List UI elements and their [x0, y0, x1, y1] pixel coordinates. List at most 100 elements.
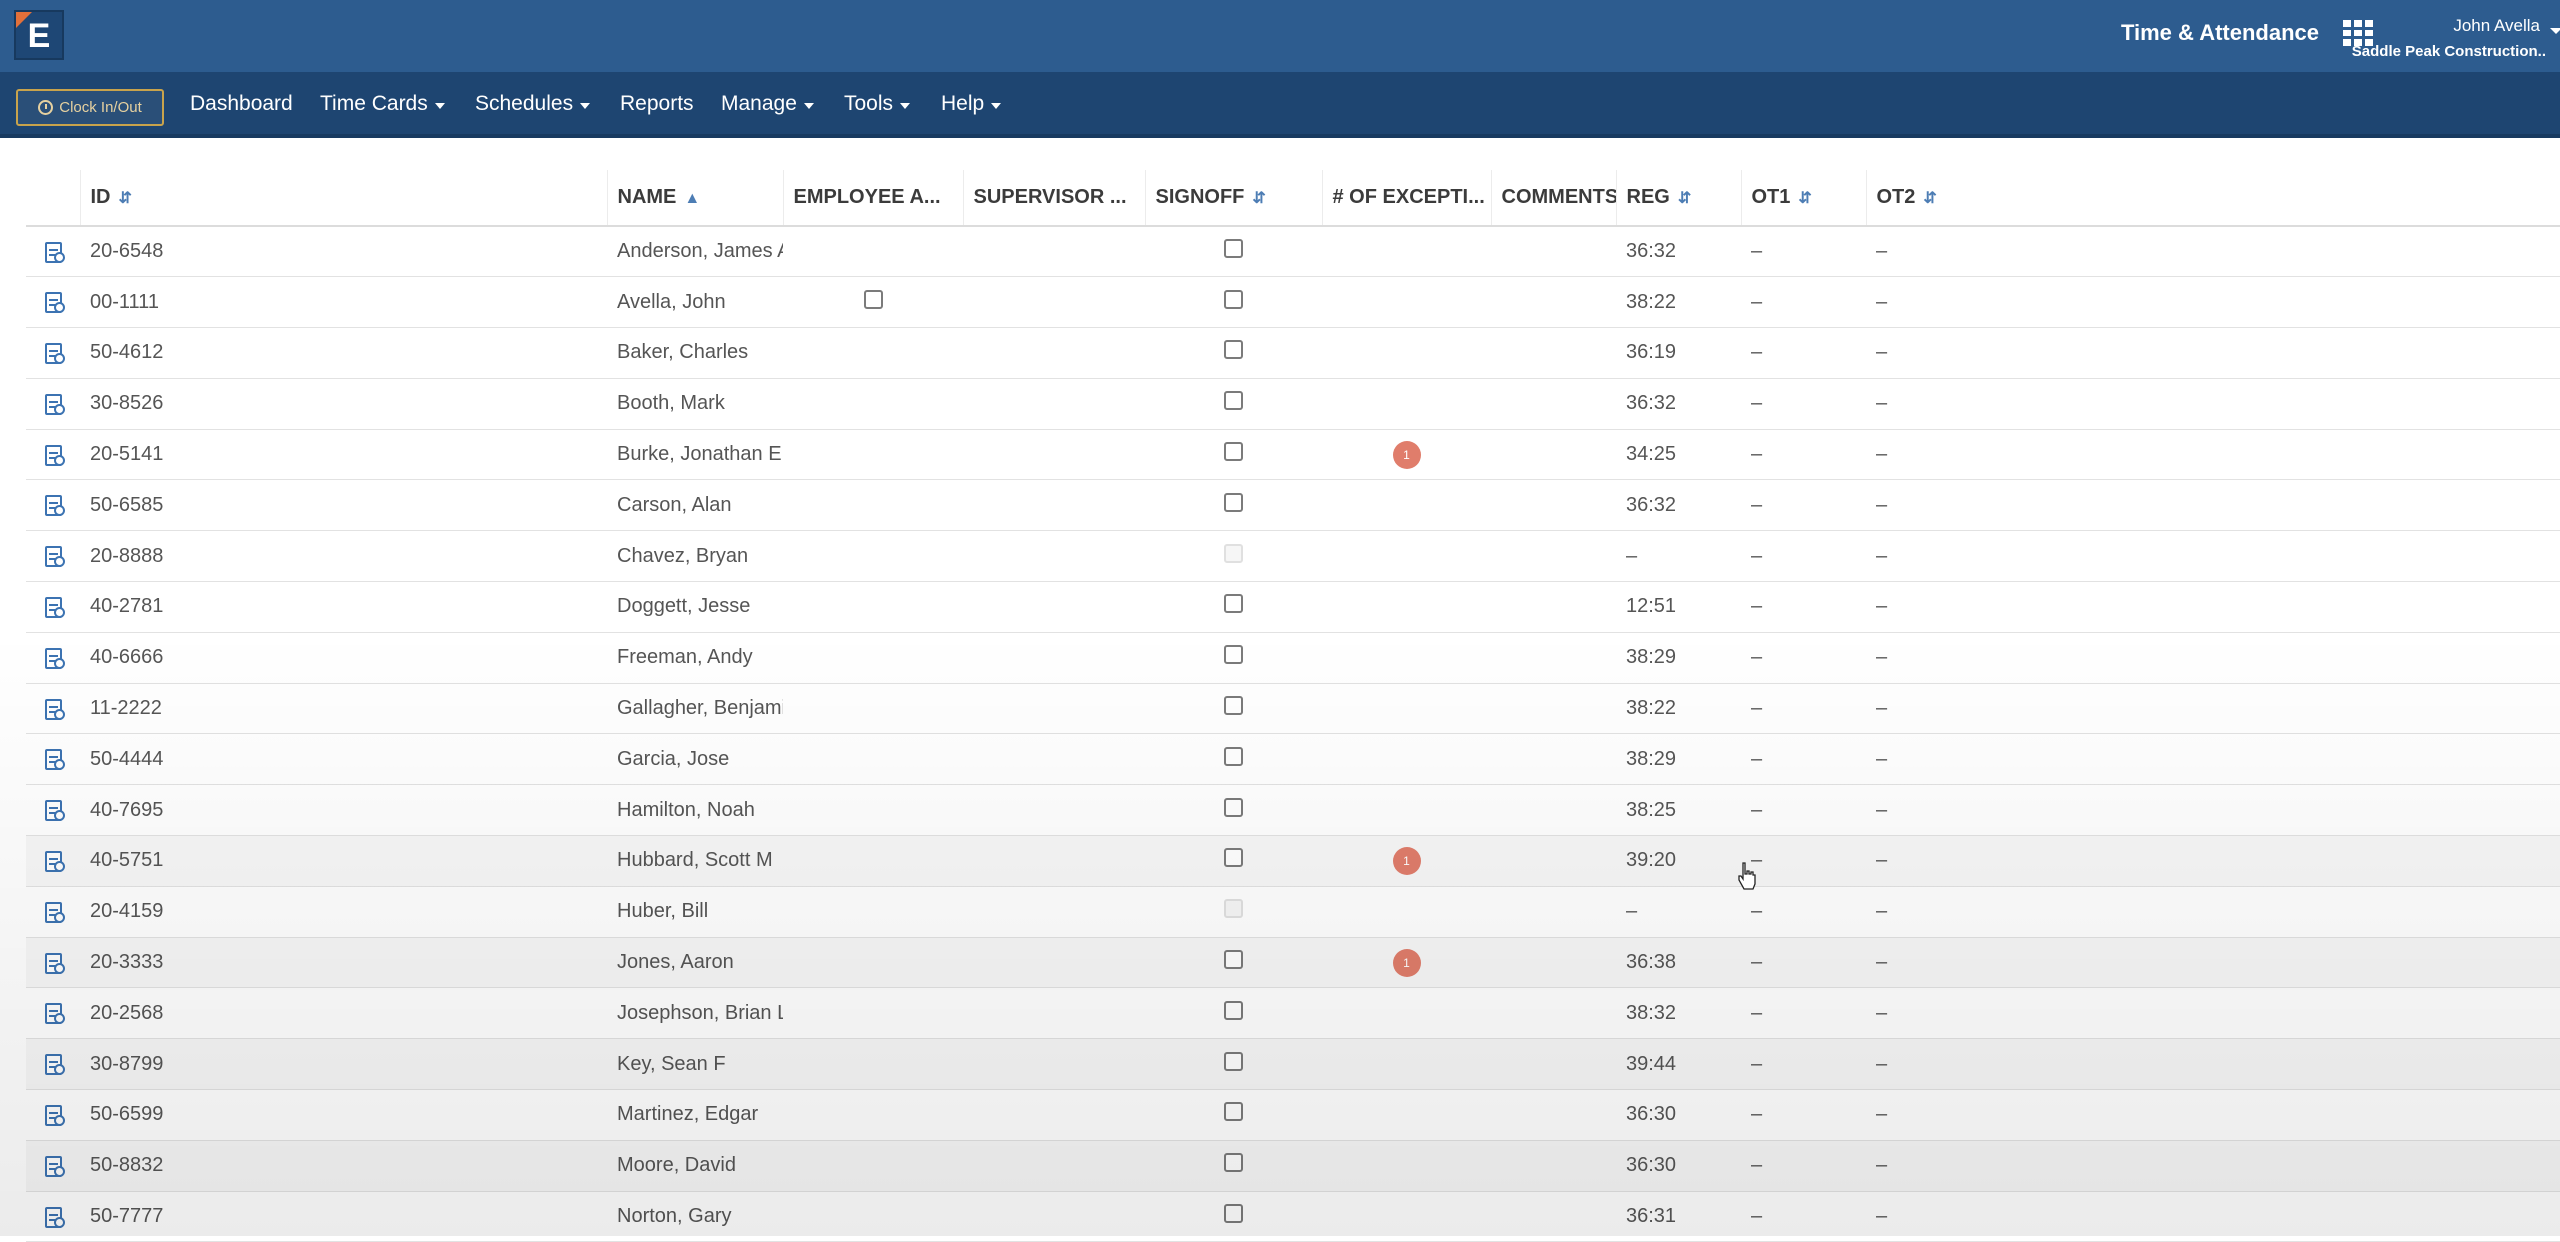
comments-cell: [1491, 683, 1616, 735]
nav-help[interactable]: Help: [941, 92, 1002, 116]
timecard-icon[interactable]: [42, 493, 66, 517]
column-header-signoff[interactable]: SIGNOFF ⇵: [1144, 170, 1322, 227]
exceptions-cell: [1322, 1191, 1491, 1242]
timecard-icon[interactable]: [42, 951, 66, 975]
user-name[interactable]: John Avella: [2453, 16, 2540, 36]
exception-badge[interactable]: 1: [1392, 948, 1421, 977]
sort-icon[interactable]: ⇵: [1678, 188, 1691, 208]
sort-icon[interactable]: ⇵: [1923, 188, 1936, 208]
signoff-checkbox[interactable]: [1224, 442, 1243, 462]
timecard-icon[interactable]: [42, 341, 66, 365]
signoff-checkbox[interactable]: [1224, 391, 1243, 411]
signoff-checkbox[interactable]: [1224, 746, 1243, 766]
timecard-icon[interactable]: [42, 1154, 66, 1178]
table-row[interactable]: 20-6548Anderson, James A. Jr.36:32––36:3…: [26, 226, 2560, 278]
nav-tools[interactable]: Tools: [844, 92, 911, 116]
timecard-icon[interactable]: [42, 849, 66, 873]
nav-reports[interactable]: Reports: [620, 92, 694, 116]
column-header-id[interactable]: ID ⇵: [79, 170, 607, 227]
column-header-employee-a[interactable]: EMPLOYEE A...: [782, 170, 963, 227]
employee-approve-cell: [783, 1191, 963, 1242]
timecard-icon[interactable]: [42, 443, 66, 467]
signoff-checkbox: [1224, 899, 1243, 919]
signoff-checkbox[interactable]: [1224, 645, 1243, 665]
table-row[interactable]: 40-5751Hubbard, Scott M139:20––39:20: [26, 835, 2560, 887]
signoff-checkbox[interactable]: [1224, 239, 1243, 259]
table-row[interactable]: 50-7777Norton, Gary36:31––36:31: [26, 1191, 2560, 1242]
table-row[interactable]: 50-6585Carson, Alan36:32––36:32: [26, 479, 2560, 532]
signoff-checkbox[interactable]: [1224, 594, 1243, 614]
table-row[interactable]: 30-8799Key, Sean F39:44––39:44: [26, 1038, 2560, 1091]
table-row[interactable]: 20-5141Burke, Jonathan E134:25––34:25: [26, 429, 2560, 481]
timecard-icon[interactable]: [42, 646, 66, 670]
table-row[interactable]: 50-8832Moore, David36:30––36:30: [26, 1140, 2560, 1192]
exception-badge[interactable]: 1: [1392, 440, 1421, 469]
timecard-icon[interactable]: [42, 1001, 66, 1025]
column-header-comments[interactable]: COMMENTS⇵: [1490, 170, 1616, 227]
reg-hours: 36:19: [1616, 327, 1741, 379]
column-header-ot2[interactable]: OT2 ⇵: [1865, 170, 2560, 227]
supervisor-approve-cell: [963, 1089, 1145, 1141]
table-row[interactable]: 50-4612Baker, Charles36:19––36:19: [26, 327, 2560, 379]
table-row[interactable]: 30-8526Booth, Mark36:32––36:32: [26, 378, 2560, 430]
employee-name: Hubbard, Scott M: [607, 835, 783, 887]
signoff-checkbox[interactable]: [1224, 848, 1243, 868]
timecard-icon[interactable]: [42, 392, 66, 416]
sort-icon[interactable]: ▲: [684, 190, 700, 208]
nav-time-cards[interactable]: Time Cards: [320, 92, 445, 116]
sort-icon[interactable]: ⇵: [1252, 188, 1265, 208]
timecard-icon[interactable]: [42, 1052, 66, 1076]
table-row[interactable]: 40-6666Freeman, Andy38:29––38:29: [26, 632, 2560, 684]
exception-badge[interactable]: 1: [1392, 846, 1421, 875]
column-header-ot1[interactable]: OT1 ⇵: [1740, 170, 1866, 227]
sort-icon[interactable]: ⇵: [1798, 188, 1811, 208]
signoff-checkbox[interactable]: [1224, 1000, 1243, 1020]
nav-schedules[interactable]: Schedules: [475, 92, 591, 116]
table-row[interactable]: 00-1111Avella, John38:22––38:21: [26, 276, 2560, 329]
table-row[interactable]: 20-2568Josephson, Brian L.38:32––38:32: [26, 987, 2560, 1040]
signoff-checkbox[interactable]: [1224, 492, 1243, 512]
signoff-checkbox[interactable]: [1224, 1153, 1243, 1173]
sort-icon[interactable]: ⇵: [119, 188, 132, 208]
timecard-icon[interactable]: [42, 595, 66, 619]
table-row[interactable]: 20-4159Huber, Bill––––: [26, 886, 2560, 938]
company-name[interactable]: Saddle Peak Construction..: [2352, 43, 2546, 60]
supervisor-approve-cell: [963, 378, 1145, 430]
table-row[interactable]: 40-7695Hamilton, Noah38:25––38:26: [26, 784, 2560, 837]
timecard-icon[interactable]: [42, 240, 66, 264]
nav-dashboard[interactable]: Dashboard: [190, 92, 293, 116]
timecard-icon[interactable]: [42, 1103, 66, 1127]
timecard-icon[interactable]: [42, 290, 66, 314]
user-menu-caret-icon[interactable]: [2550, 28, 2560, 36]
table-row[interactable]: 40-2781Doggett, Jesse12:51––12:51: [26, 581, 2560, 633]
signoff-checkbox[interactable]: [1224, 950, 1243, 970]
signoff-checkbox[interactable]: [1224, 1102, 1243, 1122]
signoff-checkbox[interactable]: [1224, 340, 1243, 360]
signoff-checkbox[interactable]: [1224, 1204, 1243, 1224]
timecard-icon[interactable]: [42, 544, 66, 568]
table-row[interactable]: 50-4444Garcia, Jose38:29––38:29: [26, 733, 2560, 786]
table-row[interactable]: 20-3333Jones, Aaron136:38––36:38: [26, 937, 2560, 989]
signoff-checkbox[interactable]: [1224, 1051, 1243, 1071]
clock-in-out-button[interactable]: Clock In/Out: [16, 89, 164, 126]
timecard-icon[interactable]: [42, 747, 66, 771]
employee-approve-checkbox[interactable]: [863, 289, 883, 309]
column-header-reg[interactable]: REG ⇵: [1615, 170, 1741, 227]
table-row[interactable]: 11-2222Gallagher, Benjamin D38:22––38:21: [26, 683, 2560, 735]
table-row[interactable]: 20-8888Chavez, Bryan––––: [26, 530, 2560, 583]
timecard-icon[interactable]: [42, 900, 66, 924]
signoff-checkbox[interactable]: [1224, 696, 1243, 716]
timecard-icon[interactable]: [42, 1205, 66, 1229]
nav-manage[interactable]: Manage: [721, 92, 814, 116]
timecard-icon[interactable]: [42, 697, 66, 721]
column-header-name[interactable]: NAME ▲: [606, 170, 783, 227]
timecard-icon[interactable]: [42, 798, 66, 822]
column-header-of-excepti[interactable]: # OF EXCEPTI...: [1321, 170, 1491, 227]
signoff-checkbox[interactable]: [1224, 797, 1243, 817]
app-logo[interactable]: E: [14, 10, 64, 60]
ot2-hours: –: [1866, 1191, 2560, 1242]
exceptions-cell: [1322, 632, 1491, 684]
column-header-supervisor[interactable]: SUPERVISOR ...: [962, 170, 1145, 227]
table-row[interactable]: 50-6599Martinez, Edgar36:30––36:30: [26, 1089, 2560, 1141]
signoff-checkbox[interactable]: [1224, 289, 1243, 309]
